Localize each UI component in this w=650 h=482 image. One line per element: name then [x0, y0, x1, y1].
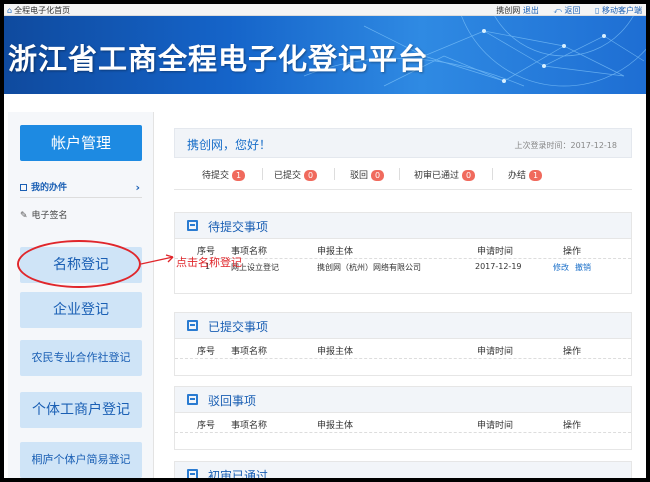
status-badge: 1 — [529, 170, 543, 181]
mobile-link[interactable]: ▯ 移动客户端 — [589, 6, 642, 15]
section-title: 已提交事项 — [208, 320, 269, 334]
sidebar-item-esign[interactable]: ✎ 电子签名 — [20, 206, 142, 226]
stat-rejected[interactable]: 驳回 0 — [350, 168, 385, 181]
edit-link[interactable]: 修改 — [553, 263, 569, 272]
tonglu-simple-registration-button[interactable]: 桐庐个体户简易登记 — [20, 442, 142, 478]
chevron-right-icon: › — [135, 181, 140, 194]
section-title: 驳回事项 — [208, 394, 257, 408]
list-icon — [187, 220, 198, 231]
approved-section: 初审已通过 — [174, 461, 632, 482]
section-title: 初审已通过 — [208, 469, 269, 482]
individual-business-registration-button[interactable]: 个体工商户登记 — [20, 392, 142, 428]
status-badge: 1 — [232, 170, 246, 181]
annotation-text: 点击名称登记 — [176, 256, 242, 269]
farmer-cooperative-registration-button[interactable]: 农民专业合作社登记 — [20, 340, 142, 376]
section-title: 待提交事项 — [208, 220, 269, 234]
annotation-arrow — [140, 254, 174, 265]
stat-submitted[interactable]: 已提交 0 — [274, 168, 318, 181]
sidebar: 帐户管理 我的办件 › ✎ 电子签名 名称登记 企业登记 农民专业合作社登记 个体… — [8, 112, 154, 478]
table-header: 序号 事项名称 申报主体 申请时间 操作 — [175, 415, 631, 433]
welcome-bar: 携创网，您好！ 上次登录时间：2017-12-18 — [174, 128, 632, 158]
revoke-link[interactable]: 撤销 — [575, 263, 591, 272]
submitted-section: 已提交事项 序号 事项名称 申报主体 申请时间 操作 — [174, 312, 632, 376]
list-icon — [20, 184, 27, 191]
username: 携创网 — [496, 6, 521, 15]
platform-title: 浙江省工商全程电子化登记平台 — [8, 42, 429, 76]
sidebar-item-my-work[interactable]: 我的办件 › — [20, 178, 142, 198]
stat-completed[interactable]: 办结 1 — [508, 168, 543, 181]
welcome-text: 携创网，您好！ — [187, 138, 272, 152]
pending-section: 待提交事项 序号 事项名称 申报主体 申请时间 操作 1 网上设立登记 携创网（杭州）网… — [174, 212, 632, 294]
status-badge: 0 — [462, 170, 476, 181]
top-right-links: 携创网 退出 ⤺ 返回 ▯ 移动客户端 — [490, 5, 642, 16]
table-header: 序号 事项名称 申报主体 申请时间 操作 — [175, 341, 631, 359]
screen-frame: ⌂ 全程电子化首页 携创网 退出 ⤺ 返回 ▯ 移动客户端 浙江省工商全程电子化登… — [0, 0, 650, 482]
enterprise-registration-button[interactable]: 企业登记 — [20, 292, 142, 328]
status-summary: 待提交 1 已提交 0 驳回 0 初审已通过 0 办结 1 — [174, 158, 632, 190]
home-link[interactable]: ⌂ 全程电子化首页 — [7, 5, 70, 16]
last-login: 上次登录时间：2017-12-18 — [514, 141, 618, 150]
back-link[interactable]: ⤺ 返回 — [547, 6, 580, 15]
banner: 浙江省工商全程电子化登记平台 — [4, 16, 646, 94]
status-badge: 0 — [371, 170, 385, 181]
back-icon: ⤺ — [553, 6, 562, 15]
stat-approved[interactable]: 初审已通过 0 — [414, 168, 476, 181]
list-icon — [187, 469, 198, 478]
list-icon — [187, 394, 198, 405]
account-management-header[interactable]: 帐户管理 — [20, 125, 142, 161]
table-row: 1 网上设立登记 携创网（杭州）网络有限公司 2017-12-19 修改 撤销 — [205, 262, 591, 272]
table-header: 序号 事项名称 申报主体 申请时间 操作 — [175, 241, 631, 259]
annotation-ellipse — [17, 240, 141, 288]
logout-link[interactable]: 退出 — [523, 6, 539, 15]
top-bar: ⌂ 全程电子化首页 携创网 退出 ⤺ 返回 ▯ 移动客户端 — [4, 4, 646, 16]
mobile-icon: ▯ — [595, 6, 600, 15]
rejected-section: 驳回事项 序号 事项名称 申报主体 申请时间 操作 — [174, 386, 632, 450]
stat-pending[interactable]: 待提交 1 — [202, 168, 246, 181]
pen-icon: ✎ — [20, 211, 28, 221]
list-icon — [187, 320, 198, 331]
home-icon: ⌂ — [7, 6, 13, 15]
main-content: 携创网，您好！ 上次登录时间：2017-12-18 待提交 1 已提交 0 驳回 0 … — [174, 124, 632, 482]
status-badge: 0 — [304, 170, 318, 181]
